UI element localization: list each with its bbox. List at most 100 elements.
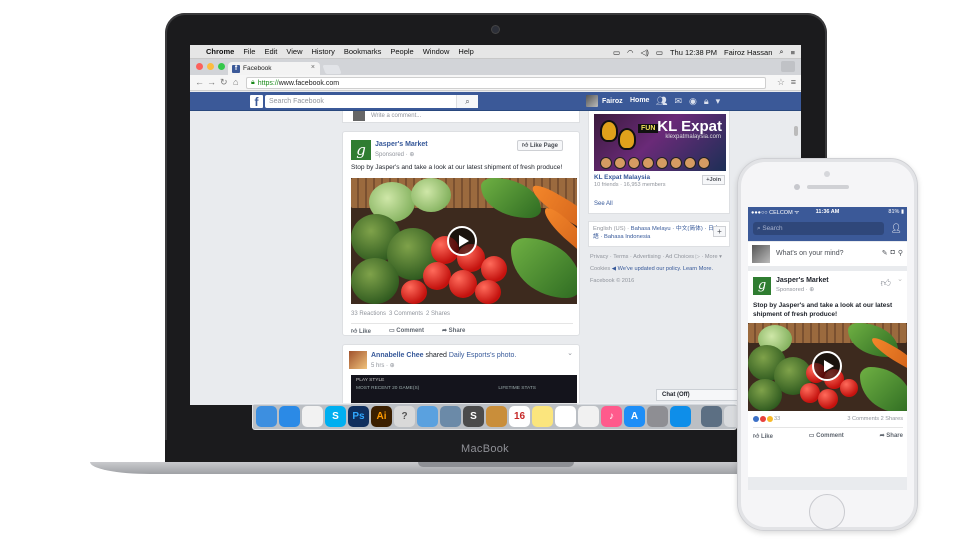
produce-video-thumbnail[interactable]: [748, 323, 907, 411]
volume-icon[interactable]: ◁): [641, 48, 649, 57]
menu-help[interactable]: Help: [458, 47, 473, 56]
menu-window[interactable]: Window: [423, 47, 450, 56]
produce-video-thumbnail[interactable]: [351, 178, 577, 304]
play-icon[interactable]: [447, 226, 477, 256]
menubar-user[interactable]: Fairoz Hassan: [724, 48, 772, 57]
calendar-icon[interactable]: 16: [509, 406, 530, 427]
minimize-window-button[interactable]: [207, 63, 214, 70]
close-window-button[interactable]: [196, 63, 203, 70]
back-icon[interactable]: ←: [195, 77, 204, 87]
chevron-down-icon[interactable]: ⌄: [567, 349, 573, 357]
group-cover-image[interactable]: FUN KL Expat klexpatmalaysia.com: [594, 114, 726, 171]
menu-view[interactable]: View: [286, 47, 302, 56]
chevron-down-icon[interactable]: ⌄: [897, 275, 903, 283]
address-bar[interactable]: 🔒︎ https:// www.facebook.com: [246, 77, 766, 89]
like-button[interactable]: 👍︎ Like: [351, 327, 371, 335]
status-composer[interactable]: What's on your mind? ✎ ◘ ⚲: [748, 242, 907, 266]
post-time[interactable]: 5 hrs · ⊕: [371, 362, 395, 369]
facebook-logo-icon[interactable]: f: [250, 95, 263, 109]
wifi-icon[interactable]: ◠: [627, 48, 634, 57]
chrome-profile-button[interactable]: [781, 61, 795, 72]
like-page-button[interactable]: 👍︎ Like Page: [517, 140, 563, 151]
search-icon[interactable]: ⌕: [456, 95, 478, 108]
join-group-button[interactable]: +Join: [702, 175, 725, 185]
preview-icon[interactable]: [417, 406, 438, 427]
post-page-name[interactable]: Jasper's Market: [776, 277, 829, 284]
airplay-icon[interactable]: ▭: [613, 48, 620, 57]
share-count[interactable]: 2 Shares: [426, 311, 450, 317]
author-name[interactable]: Annabelle Chee: [371, 352, 424, 359]
chrome-menu-icon[interactable]: ≡: [791, 77, 796, 87]
avatar[interactable]: [349, 351, 367, 369]
jaspers-market-logo-icon[interactable]: g: [753, 277, 771, 295]
share-button[interactable]: ➦ Share: [880, 432, 903, 440]
facebook-search-input[interactable]: Search Facebook ⌕: [265, 95, 478, 108]
location-pin-icon[interactable]: ⚲: [898, 249, 903, 257]
notes-icon[interactable]: [532, 406, 553, 427]
sublime-icon[interactable]: S: [463, 406, 484, 427]
group-name[interactable]: KL Expat Malaysia: [594, 174, 650, 181]
like-page-icon[interactable]: 👍︎: [881, 277, 891, 289]
page-scrollbar[interactable]: [794, 126, 798, 136]
teamviewer-icon[interactable]: [670, 406, 691, 427]
appstore-icon[interactable]: A: [624, 406, 645, 427]
see-all-link[interactable]: See All: [594, 201, 613, 207]
finder-icon[interactable]: [256, 406, 277, 427]
comment-count[interactable]: 3 Comments: [389, 311, 423, 317]
skype-icon[interactable]: S: [325, 406, 346, 427]
home-icon[interactable]: ⌂: [233, 77, 238, 87]
iphoto-icon[interactable]: [440, 406, 461, 427]
help-icon[interactable]: ?: [394, 406, 415, 427]
comments-shares[interactable]: 3 Comments 2 Shares: [780, 416, 903, 422]
jaspers-market-logo-icon[interactable]: g: [351, 140, 371, 160]
close-tab-icon[interactable]: ×: [311, 64, 315, 71]
cookie-policy-link[interactable]: ◀ We've updated our policy. Learn More.: [612, 266, 713, 272]
edit-icon[interactable]: ✎: [882, 249, 888, 257]
account-menu-icon[interactable]: ▾: [716, 96, 721, 107]
reload-icon[interactable]: ↻: [220, 77, 228, 88]
friend-requests-icon[interactable]: 👥︎: [656, 96, 667, 107]
post-page-name[interactable]: Jasper's Market: [375, 141, 428, 148]
cookies-link[interactable]: Cookies: [590, 266, 610, 272]
shared-page-link[interactable]: Daily Esports's: [449, 352, 495, 359]
chrome-icon[interactable]: [302, 406, 323, 427]
menu-chrome[interactable]: Chrome: [206, 47, 234, 56]
photoshop-icon[interactable]: Ps: [348, 406, 369, 427]
messages-icon[interactable]: ✉︎: [674, 96, 682, 107]
menu-history[interactable]: History: [312, 47, 335, 56]
reactions-summary[interactable]: 33: [753, 416, 780, 422]
menubar-clock[interactable]: Thu 12:38 PM: [670, 48, 717, 57]
comment-button[interactable]: ▭ Comment: [389, 327, 424, 335]
play-icon[interactable]: [812, 351, 842, 381]
menu-people[interactable]: People: [390, 47, 413, 56]
bookmark-star-icon[interactable]: ☆: [777, 77, 785, 88]
garageband-icon[interactable]: [486, 406, 507, 427]
zoom-window-button[interactable]: [218, 63, 225, 70]
more-languages-button[interactable]: +: [713, 226, 726, 237]
battery-icon[interactable]: ▭: [656, 48, 663, 57]
home-button[interactable]: [809, 494, 845, 530]
comment-button[interactable]: ▭ Comment: [809, 432, 844, 440]
menu-file[interactable]: File: [243, 47, 255, 56]
footer-links[interactable]: Privacy · Terms · Advertising · Ad Choic…: [590, 253, 730, 261]
camera-icon[interactable]: ◘: [891, 249, 895, 257]
profile-link[interactable]: Fairoz: [586, 95, 623, 107]
home-link[interactable]: Home: [630, 97, 649, 104]
downloads-icon[interactable]: [701, 406, 722, 427]
like-button[interactable]: 👍︎ Like: [753, 432, 773, 440]
menu-bookmarks[interactable]: Bookmarks: [344, 47, 382, 56]
menu-edit[interactable]: Edit: [264, 47, 277, 56]
mobile-search-input[interactable]: ⌕ Search: [753, 222, 884, 235]
notification-center-icon[interactable]: ≡: [791, 48, 795, 57]
notifications-icon[interactable]: ◉: [689, 96, 697, 107]
new-tab-button[interactable]: [322, 65, 342, 74]
photos-icon[interactable]: [578, 406, 599, 427]
forward-icon[interactable]: →: [207, 77, 216, 87]
reaction-count[interactable]: 33 Reactions: [351, 311, 386, 317]
itunes-icon[interactable]: ♪: [601, 406, 622, 427]
friend-requests-icon[interactable]: 👤︎: [891, 223, 902, 234]
spotlight-icon[interactable]: ⌕: [779, 47, 783, 57]
safari-icon[interactable]: [279, 406, 300, 427]
tab-facebook[interactable]: f Facebook ×: [228, 62, 320, 75]
esports-photo[interactable]: PLAY STYLE MOST RECENT 20 GAME(S) LIFETI…: [351, 375, 577, 405]
